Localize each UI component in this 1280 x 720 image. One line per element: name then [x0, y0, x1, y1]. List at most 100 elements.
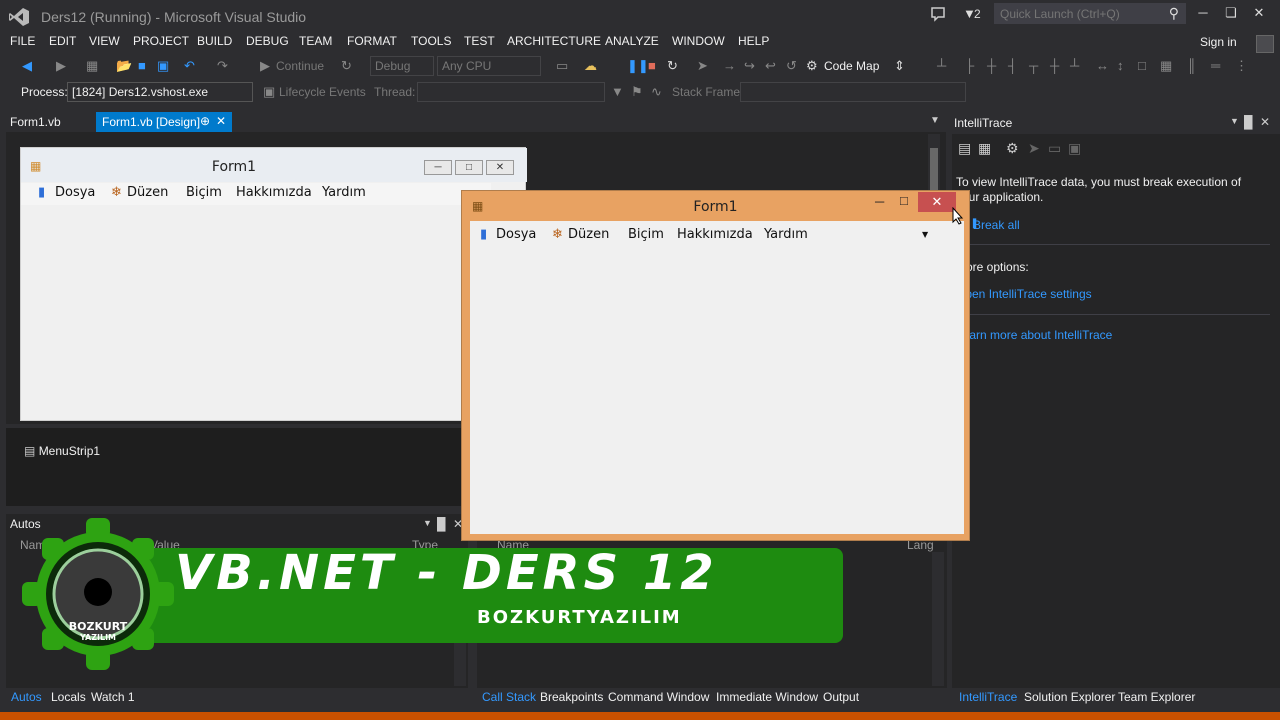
menu-window[interactable]: WINDOW: [672, 34, 725, 48]
tab-intellitrace[interactable]: IntelliTrace: [959, 690, 1017, 704]
autos-pin-icon[interactable]: █: [437, 517, 446, 531]
align-centers-icon[interactable]: ┼: [987, 58, 996, 73]
open-settings-link[interactable]: Open IntelliTrace settings: [956, 287, 1092, 301]
close-button[interactable]: ✕: [1248, 5, 1270, 23]
align-lefts-icon[interactable]: ├: [965, 58, 974, 73]
refresh-icon[interactable]: ↻: [341, 58, 352, 74]
sign-in-link[interactable]: Sign in: [1200, 35, 1237, 49]
designer-menu-hakkimizda[interactable]: Hakkımızda: [236, 185, 312, 200]
search-icon[interactable]: ⚲: [1169, 5, 1179, 22]
flag-icon[interactable]: ⚑: [631, 84, 643, 100]
stack-frame-select[interactable]: [740, 82, 966, 102]
running-menu-yardim[interactable]: Yardım: [764, 227, 808, 242]
align-rights-icon[interactable]: ┤: [1008, 58, 1017, 73]
spacing-2-icon[interactable]: ═: [1211, 58, 1220, 73]
tab-form1-vb[interactable]: Form1.vb: [4, 112, 67, 132]
code-map-button[interactable]: Code Map: [824, 59, 879, 73]
events-view-icon[interactable]: ▤: [958, 140, 971, 157]
running-close-button[interactable]: ✕: [918, 192, 956, 212]
make-same-width-icon[interactable]: ↔: [1096, 58, 1109, 73]
designer-form[interactable]: ▦ Form1 ─ □ ✕ ▮ Dosya ❄ Düzen Biçim Hakk…: [20, 147, 527, 421]
running-maximize-button[interactable]: □: [900, 193, 908, 208]
code-map-icon[interactable]: ⚙: [806, 58, 818, 74]
lifecycle-events-button[interactable]: Lifecycle Events: [279, 85, 366, 99]
filter-icon[interactable]: ▼: [611, 84, 624, 99]
designer-menu-yardim[interactable]: Yardım: [322, 185, 366, 200]
running-form-client-area[interactable]: ▮ Dosya ❄ Düzen Biçim Hakkımızda Yardım …: [470, 221, 964, 534]
align-icon[interactable]: ┴: [937, 58, 946, 73]
panel-pin-icon[interactable]: █: [1244, 115, 1253, 129]
threads-icon[interactable]: ∿: [651, 84, 662, 100]
spacing-icon[interactable]: ║: [1187, 58, 1196, 73]
show-next-statement-icon[interactable]: ➤: [697, 58, 708, 74]
new-project-icon[interactable]: ▦: [86, 58, 98, 74]
running-form-titlebar[interactable]: ▦ Form1 ─ □ ✕: [462, 191, 969, 221]
make-same-height-icon[interactable]: ↕: [1117, 58, 1124, 73]
platform-select[interactable]: Any CPU: [437, 56, 541, 76]
tab-call-stack[interactable]: Call Stack: [482, 690, 536, 704]
designer-menu-duzen[interactable]: Düzen: [127, 185, 168, 200]
tab-dropdown-icon[interactable]: ▼: [930, 115, 940, 126]
menu-view[interactable]: VIEW: [89, 34, 120, 48]
stop-icon[interactable]: ■: [648, 58, 656, 73]
menu-team[interactable]: TEAM: [299, 34, 332, 48]
menu-project[interactable]: PROJECT: [133, 34, 189, 48]
back-icon[interactable]: ◀: [22, 58, 32, 74]
step-over-icon[interactable]: ↪: [744, 58, 755, 74]
size-to-grid-icon[interactable]: ▦: [1160, 58, 1172, 74]
learn-more-link[interactable]: Learn more about IntelliTrace: [956, 328, 1112, 342]
running-menu-dosya[interactable]: Dosya: [496, 227, 536, 242]
forward-icon[interactable]: ▶: [56, 58, 66, 74]
running-menu-hakkimizda[interactable]: Hakkımızda: [677, 227, 753, 242]
menu-architecture[interactable]: ARCHITECTURE: [507, 34, 601, 48]
settings-icon[interactable]: ⚙: [1006, 140, 1019, 157]
save-log-icon[interactable]: ▣: [1068, 140, 1081, 157]
step-out-icon[interactable]: ↩: [765, 58, 776, 74]
close-tab-icon[interactable]: ✕: [216, 114, 226, 128]
running-menu-bicim[interactable]: Biçim: [628, 227, 664, 242]
tab-solution-explorer[interactable]: Solution Explorer: [1024, 690, 1115, 704]
menustrip-component[interactable]: ▤ MenuStrip1: [24, 444, 100, 458]
lifecycle-events-icon[interactable]: ▣: [263, 84, 275, 100]
performance-icon[interactable]: ⇕: [894, 58, 905, 74]
step-into-icon[interactable]: →: [723, 58, 736, 73]
running-minimize-button[interactable]: ─: [875, 194, 884, 209]
tab-autos[interactable]: Autos: [11, 690, 42, 704]
tab-form1-design[interactable]: Form1.vb [Design] ⊕ ✕: [96, 112, 232, 132]
tab-watch1[interactable]: Watch 1: [91, 690, 135, 704]
process-select[interactable]: [1824] Ders12.vshost.exe: [67, 82, 253, 102]
menu-edit[interactable]: EDIT: [49, 34, 76, 48]
menu-test[interactable]: TEST: [464, 34, 495, 48]
panel-dropdown-icon[interactable]: ▼: [1230, 116, 1239, 126]
tab-team-explorer[interactable]: Team Explorer: [1118, 690, 1195, 704]
tab-immediate-window[interactable]: Immediate Window: [716, 690, 818, 704]
undo-icon[interactable]: ↶: [184, 58, 195, 74]
callstack-scrollbar[interactable]: [932, 552, 944, 686]
toolbar-overflow-icon[interactable]: ⋮: [1235, 58, 1248, 74]
designer-menustrip[interactable]: ▮ Dosya ❄ Düzen Biçim Hakkımızda Yardım: [21, 183, 491, 205]
running-menu-duzen[interactable]: Düzen: [568, 227, 609, 242]
restore-button[interactable]: ❏: [1220, 5, 1242, 23]
autos-dropdown-icon[interactable]: ▼: [423, 518, 432, 528]
restart-icon[interactable]: ↻: [667, 58, 678, 74]
quick-launch-input[interactable]: [995, 4, 1155, 23]
panel-close-icon[interactable]: ✕: [1260, 115, 1270, 129]
menu-analyze[interactable]: ANALYZE: [605, 34, 659, 48]
running-form-window[interactable]: ▦ Form1 ─ □ ✕ ▮ Dosya ❄ Düzen Biçim Hakk…: [461, 190, 970, 541]
step-back-icon[interactable]: ↺: [786, 58, 797, 74]
tab-command-window[interactable]: Command Window: [608, 690, 709, 704]
align-tops-icon[interactable]: ┬: [1029, 58, 1038, 73]
save-all-icon[interactable]: ▣: [157, 58, 169, 74]
running-menustrip[interactable]: ▮ Dosya ❄ Düzen Biçim Hakkımızda Yardım …: [470, 225, 964, 247]
configuration-select[interactable]: Debug: [370, 56, 434, 76]
quick-launch-box[interactable]: ⚲: [994, 3, 1186, 24]
menu-file[interactable]: FILE: [10, 34, 35, 48]
minimize-button[interactable]: ─: [1192, 5, 1214, 23]
continue-button[interactable]: Continue: [276, 59, 324, 73]
search-events-icon[interactable]: ➤: [1028, 140, 1040, 157]
open-log-icon[interactable]: ▭: [1048, 140, 1061, 157]
device-icon[interactable]: ▭: [556, 58, 568, 74]
save-icon[interactable]: ■: [138, 58, 146, 73]
align-middles-icon[interactable]: ┼: [1050, 58, 1059, 73]
tab-output[interactable]: Output: [823, 690, 859, 704]
